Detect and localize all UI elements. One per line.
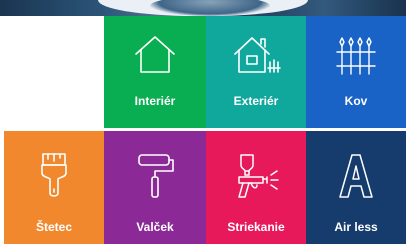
tile-striekanie[interactable]: Striekanie bbox=[206, 131, 306, 244]
tile-valcek[interactable]: Valček bbox=[104, 131, 206, 244]
hero-banner-strip bbox=[0, 0, 406, 16]
tile-interier[interactable]: Interiér bbox=[104, 16, 206, 128]
tile-stetec-label: Štetec bbox=[35, 220, 73, 234]
metal-fence-icon bbox=[306, 32, 406, 78]
tile-exterier[interactable]: Exteriér bbox=[206, 16, 306, 128]
tile-valcek-label: Valček bbox=[136, 220, 174, 234]
tile-kov[interactable]: Kov bbox=[306, 16, 406, 128]
airless-a-icon bbox=[306, 151, 406, 201]
tile-exterier-label: Exteriér bbox=[233, 94, 279, 108]
tile-stetec[interactable]: Štetec bbox=[4, 131, 104, 244]
house-icon bbox=[104, 32, 206, 78]
house-fence-icon bbox=[206, 32, 306, 78]
paint-roller-icon bbox=[104, 151, 206, 201]
tile-interier-label: Interiér bbox=[134, 94, 176, 108]
tile-airless-label: Air less bbox=[334, 220, 378, 234]
spray-gun-icon bbox=[206, 151, 306, 201]
paint-brush-icon bbox=[4, 151, 104, 201]
empty-cell bbox=[0, 16, 104, 128]
tile-kov-label: Kov bbox=[344, 94, 368, 108]
tile-striekanie-label: Striekanie bbox=[227, 220, 285, 234]
tile-airless[interactable]: Air less bbox=[306, 131, 406, 244]
